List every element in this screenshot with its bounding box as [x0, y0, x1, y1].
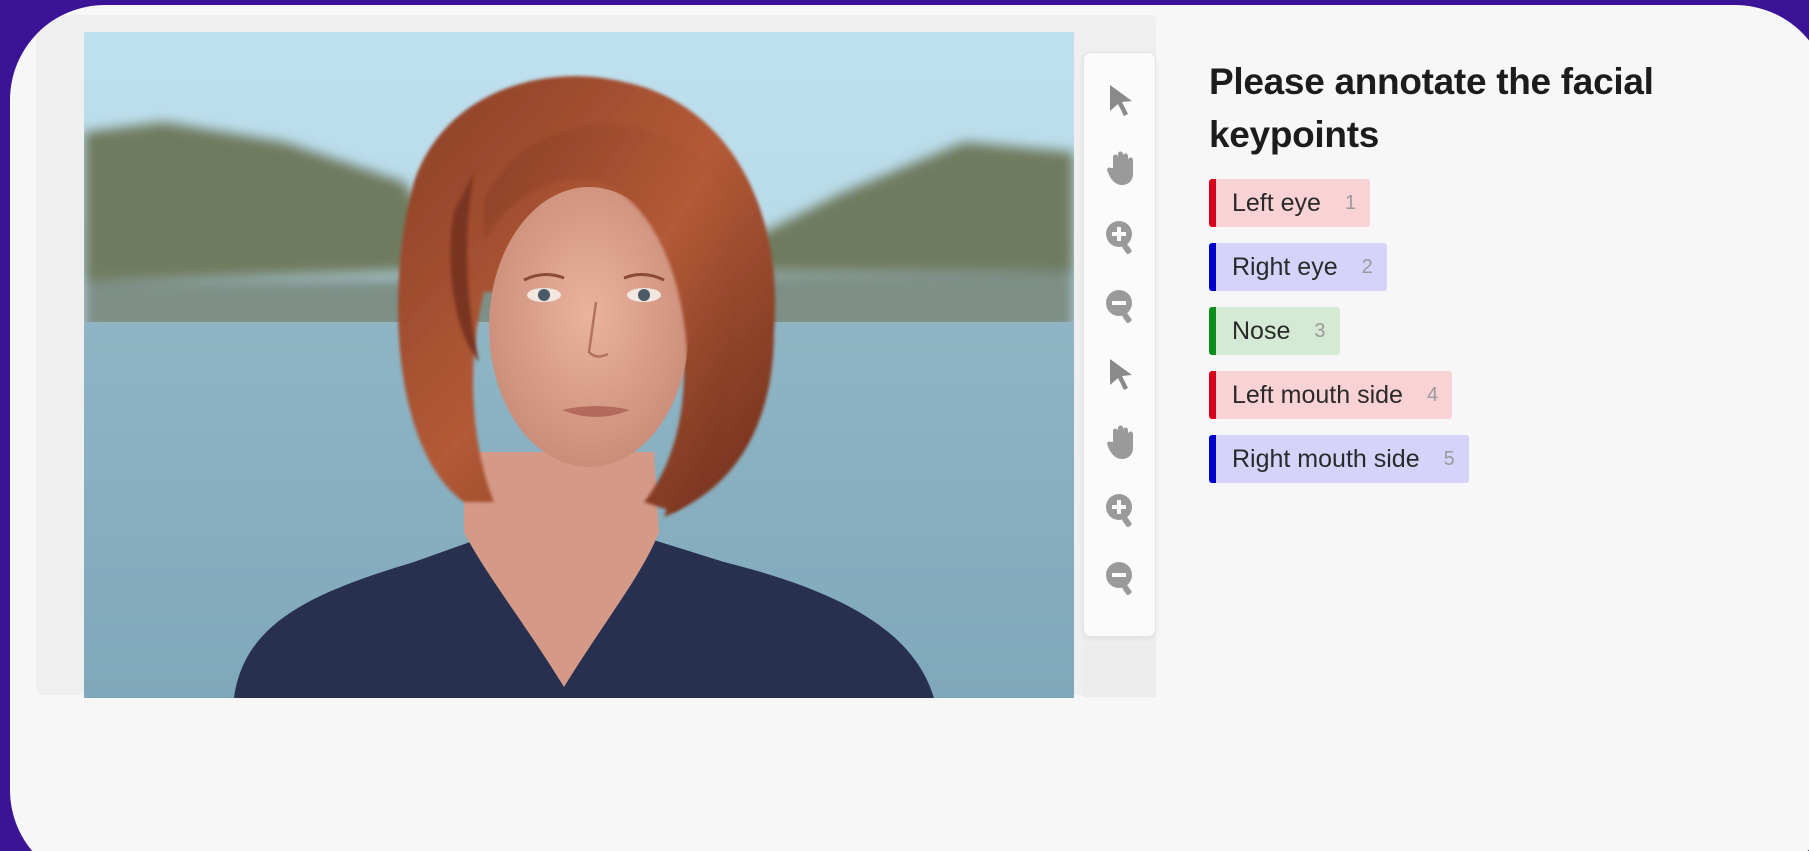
label-hotkey: 4 [1426, 383, 1439, 406]
label-text: Nose [1232, 316, 1291, 345]
zoom-in-icon[interactable] [1102, 218, 1140, 256]
label-panel: Please annotate the facial keypoints Lef… [1209, 55, 1769, 499]
select-icon[interactable] [1102, 355, 1140, 393]
task-title: Please annotate the facial keypoints [1209, 61, 1654, 155]
annotation-toolbar [1083, 52, 1156, 637]
label-left-mouth-side[interactable]: Left mouth side 4 [1209, 371, 1453, 419]
annotation-image-canvas[interactable] [84, 32, 1074, 698]
toolbar-footer [1083, 645, 1156, 697]
label-text: Right eye [1232, 252, 1338, 281]
label-right-mouth-side[interactable]: Right mouth side 5 [1209, 435, 1469, 483]
label-right-eye[interactable]: Right eye 2 [1209, 243, 1387, 291]
label-text: Left mouth side [1232, 380, 1403, 409]
label-left-eye[interactable]: Left eye 1 [1209, 179, 1371, 227]
pan-hand-icon[interactable] [1102, 423, 1140, 461]
label-text: Left eye [1232, 188, 1321, 217]
label-hotkey: 1 [1344, 191, 1357, 214]
zoom-in-icon[interactable] [1102, 491, 1140, 529]
zoom-out-icon[interactable] [1102, 287, 1140, 325]
zoom-out-icon[interactable] [1102, 559, 1140, 597]
label-hotkey: 3 [1314, 319, 1326, 342]
label-text: Right mouth side [1232, 444, 1420, 473]
select-icon[interactable] [1102, 81, 1140, 119]
label-nose[interactable]: Nose 3 [1209, 307, 1340, 355]
label-list: Left eye 1 Right eye 2 Nose 3 Left mouth… [1209, 179, 1769, 499]
portrait-photo [84, 32, 1074, 698]
label-hotkey: 5 [1443, 447, 1455, 470]
annotation-app-window: Please annotate the facial keypoints Lef… [10, 5, 1809, 851]
label-hotkey: 2 [1361, 255, 1373, 278]
pan-hand-icon[interactable] [1102, 149, 1140, 187]
